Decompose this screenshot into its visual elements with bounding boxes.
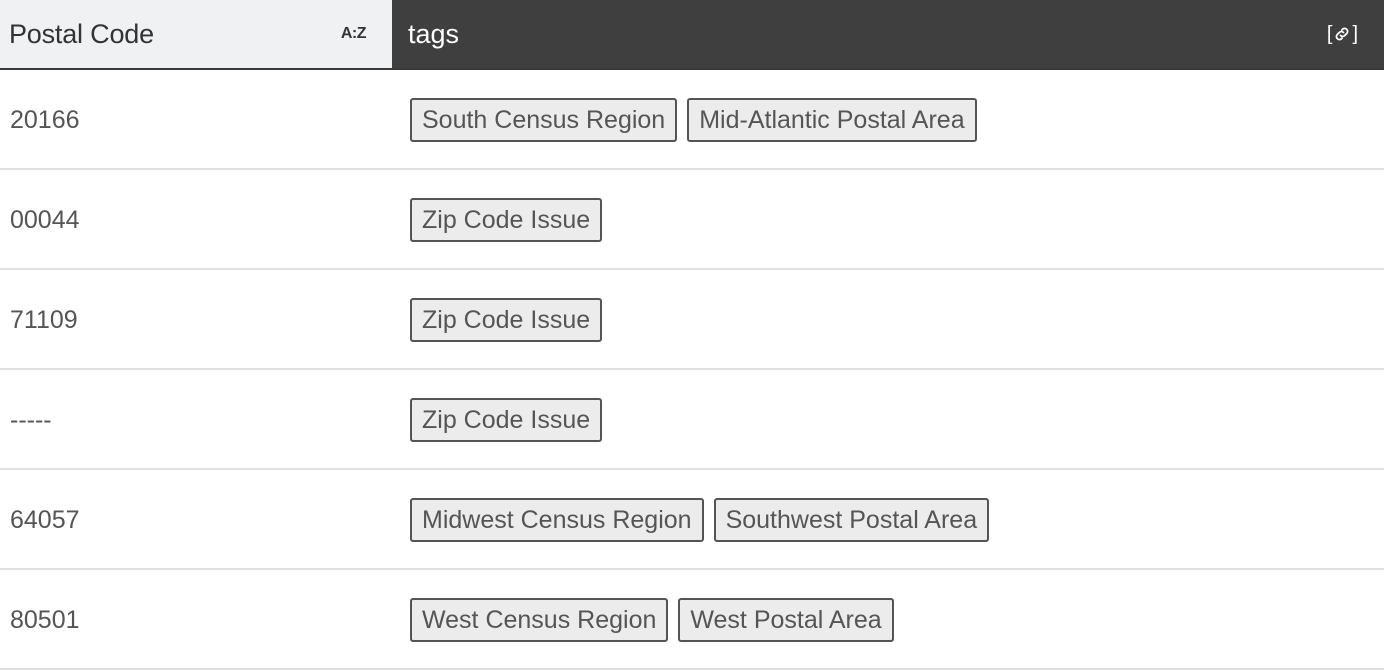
tags-cell: West Census Region West Postal Area [392, 596, 1384, 642]
table-row[interactable]: ----- Zip Code Issue [0, 370, 1384, 470]
tag-chip[interactable]: Mid-Atlantic Postal Area [687, 98, 977, 142]
table-row[interactable]: 71109 Zip Code Issue [0, 270, 1384, 370]
tag-chip[interactable]: Midwest Census Region [410, 498, 704, 542]
sort-az-button[interactable]: A:Z [341, 25, 367, 43]
tag-chip[interactable]: Zip Code Issue [410, 298, 603, 342]
tags-cell: Zip Code Issue [392, 296, 1384, 342]
postal-code-cell: 20166 [10, 105, 80, 134]
table-row[interactable]: 80501 West Census Region West Postal Area [0, 570, 1384, 670]
postal-code-cell: 71109 [10, 305, 78, 334]
bracket-left: [ [1326, 22, 1333, 45]
tag-chip[interactable]: Southwest Postal Area [713, 498, 990, 542]
table-header: Postal Code A:Z tags [ ] [0, 0, 1384, 70]
link-column-button[interactable]: [ ] [1327, 23, 1358, 46]
tags-cell: Midwest Census Region Southwest Postal Ar… [392, 496, 1384, 542]
bracket-right: ] [1352, 22, 1358, 45]
tag-chip[interactable]: South Census Region [410, 98, 678, 142]
table-row[interactable]: 64057 Midwest Census Region Southwest Post… [0, 470, 1384, 570]
column-title-postal-code: Postal Code [9, 18, 154, 49]
column-title-tags: tags [408, 18, 460, 49]
postal-code-cell: 64057 [10, 505, 80, 534]
postal-code-cell: 80501 [10, 605, 80, 634]
data-table: Postal Code A:Z tags [ ] 20166 South Cens… [0, 0, 1384, 670]
tags-cell: South Census Region Mid-Atlantic Postal A… [392, 96, 1384, 142]
postal-code-cell: 00044 [10, 205, 80, 234]
table-row[interactable]: 20166 South Census Region Mid-Atlantic Pos… [0, 70, 1384, 170]
tag-chip[interactable]: Zip Code Issue [410, 398, 603, 442]
link-icon [1336, 27, 1349, 41]
tags-cell: Zip Code Issue [392, 396, 1384, 442]
column-header-tags[interactable]: tags [ ] [392, 0, 1384, 68]
tag-chip[interactable]: West Census Region [410, 598, 669, 642]
table-row[interactable]: 00044 Zip Code Issue [0, 170, 1384, 270]
tags-cell: Zip Code Issue [392, 196, 1384, 242]
tag-chip[interactable]: West Postal Area [678, 598, 894, 642]
column-header-postal-code[interactable]: Postal Code A:Z [0, 0, 392, 68]
table-body: 20166 South Census Region Mid-Atlantic Pos… [0, 70, 1384, 670]
tag-chip[interactable]: Zip Code Issue [410, 198, 603, 242]
postal-code-cell: ----- [10, 405, 52, 434]
